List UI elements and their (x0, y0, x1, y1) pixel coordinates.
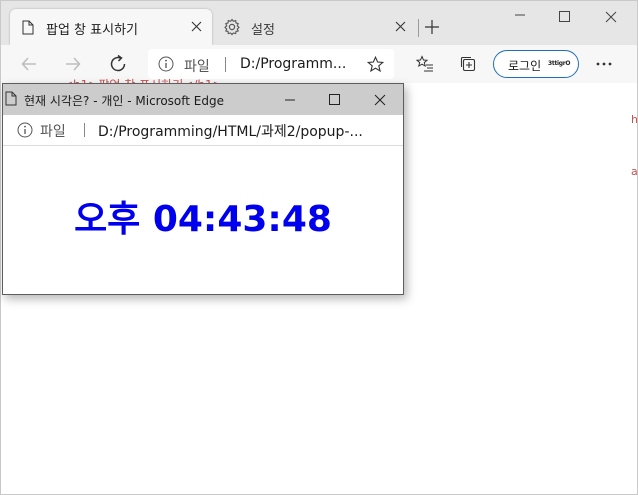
forward-arrow-icon[interactable] (64, 55, 82, 73)
address-separator (84, 123, 85, 137)
tab-divider (418, 19, 419, 37)
tab-strip: 팝업 창 표시하기 설정 (1, 1, 637, 45)
back-arrow-icon[interactable] (20, 55, 38, 73)
close-tab-icon[interactable] (191, 21, 202, 32)
popup-title: 현재 시각은? - 개인 - Microsoft Edge (24, 94, 225, 108)
favorites-list-icon[interactable] (416, 55, 434, 73)
minimize-icon[interactable] (514, 9, 526, 21)
popup-minimize-icon[interactable] (284, 94, 296, 106)
popup-address-url[interactable]: D:/Programming/HTML/과제2/popup-... (98, 121, 363, 141)
tab-settings[interactable]: 설정 (223, 9, 413, 45)
close-tab-icon[interactable] (395, 21, 406, 32)
popup-address-scheme: 파일 (40, 124, 66, 140)
popup-close-icon[interactable] (374, 94, 386, 106)
info-icon[interactable] (158, 56, 174, 72)
favorite-star-icon[interactable] (367, 56, 384, 73)
maximize-icon[interactable] (559, 11, 570, 22)
more-options-icon[interactable] (595, 61, 613, 67)
page-icon (5, 91, 17, 106)
popup-title-bar[interactable]: 현재 시각은? - 개인 - Microsoft Edge (3, 84, 403, 115)
edge-text-fragment: a (631, 165, 637, 175)
popup-maximize-icon[interactable] (329, 94, 340, 105)
info-icon[interactable] (17, 122, 33, 138)
tab-title: 팝업 창 표시하기 (46, 23, 138, 38)
collections-icon[interactable] (459, 55, 477, 73)
current-time-display: 오후 04:43:48 (74, 199, 332, 240)
gear-icon (223, 18, 241, 36)
address-scheme: 파일 (184, 59, 210, 75)
login-label: 로그인 (508, 59, 542, 73)
address-bar[interactable]: 파일 D:/Programm... (148, 49, 394, 79)
address-separator (225, 57, 226, 72)
refresh-icon[interactable] (108, 54, 128, 74)
avatar: 3ttigrO (548, 60, 571, 67)
popup-address-bar[interactable]: 파일 D:/Programming/HTML/과제2/popup-... (3, 115, 403, 146)
popup-window: 현재 시각은? - 개인 - Microsoft Edge 파일 D:/Prog… (2, 83, 404, 295)
page-icon (22, 20, 34, 35)
tab-popup-display[interactable]: 팝업 창 표시하기 (10, 9, 212, 45)
edge-text-fragment: h (631, 113, 637, 123)
popup-body: 오후 04:43:48 (3, 146, 403, 294)
tab-title: 설정 (251, 23, 275, 38)
new-tab-plus-icon[interactable] (424, 19, 440, 35)
address-url[interactable]: D:/Programm... (240, 56, 346, 72)
login-button[interactable]: 로그인 3ttigrO (493, 50, 579, 78)
close-window-icon[interactable] (605, 11, 617, 23)
